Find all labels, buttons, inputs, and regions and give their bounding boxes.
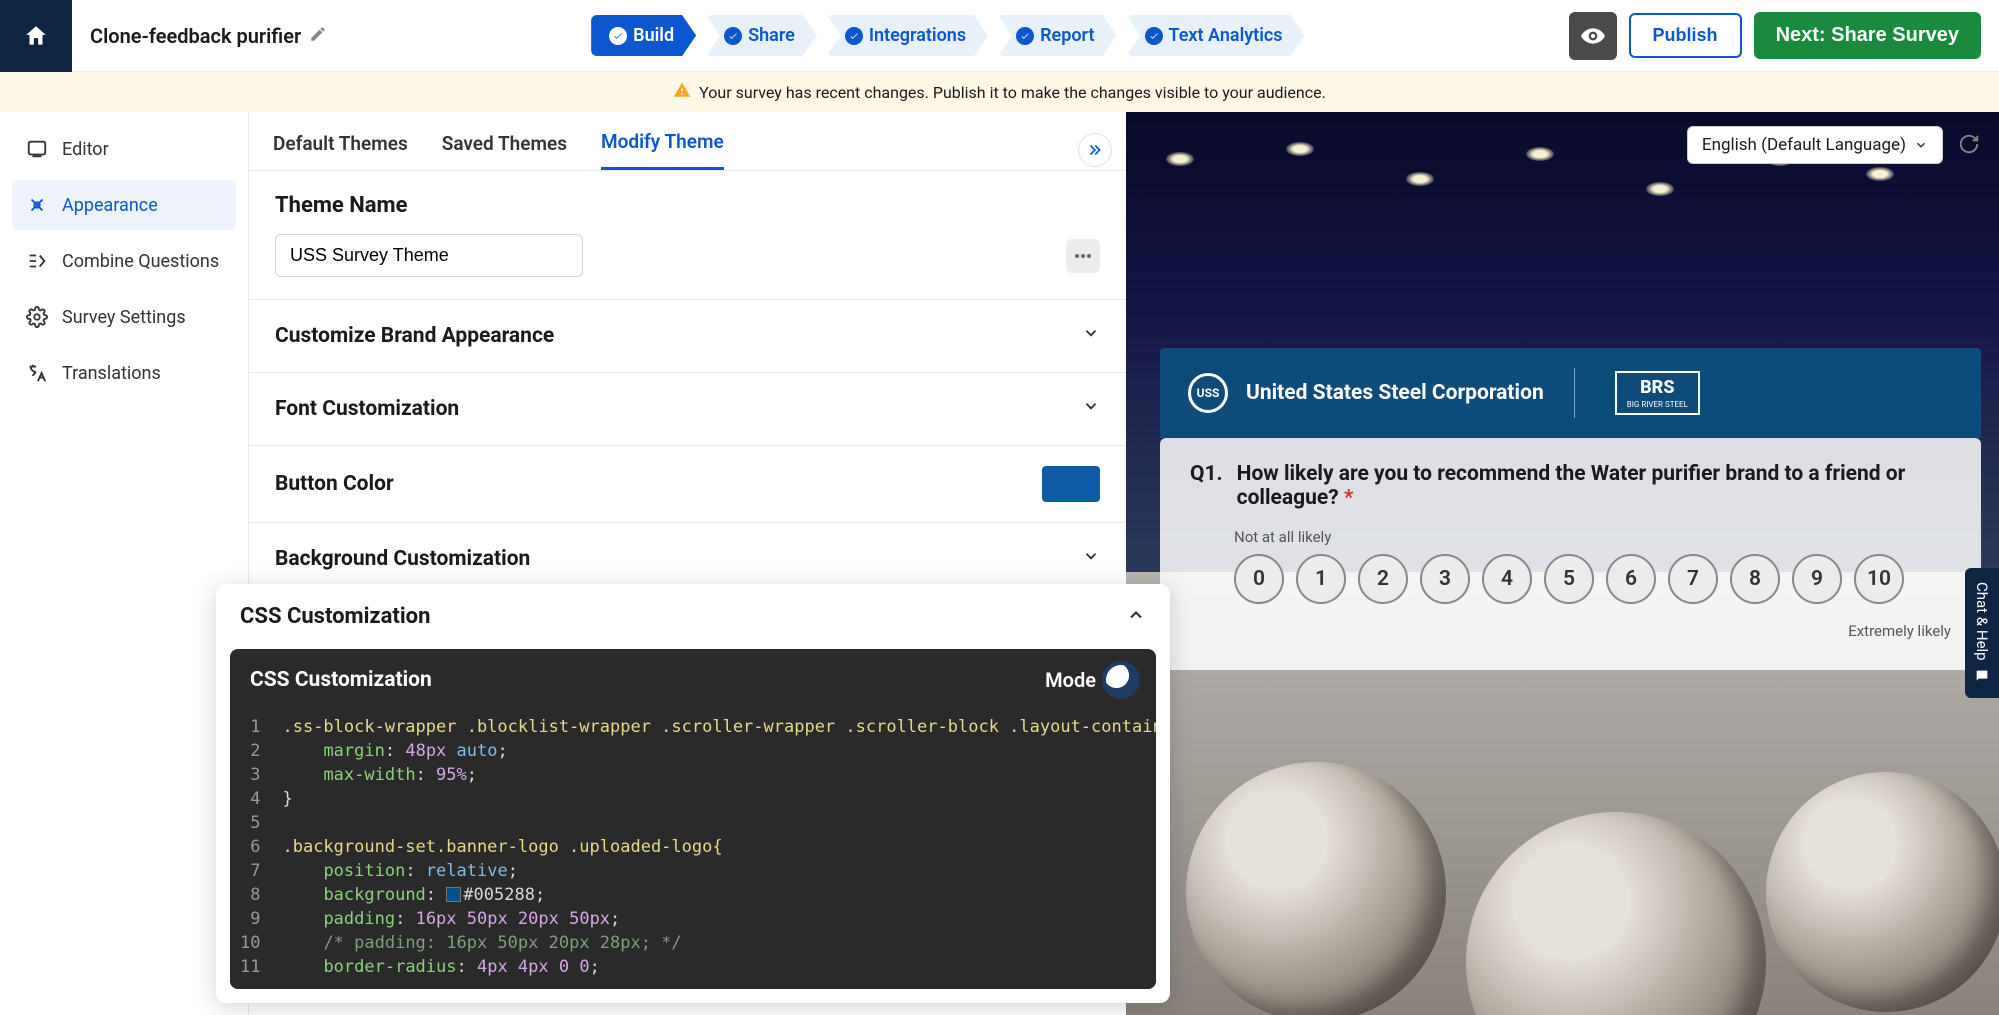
nps-option-9[interactable]: 9 (1792, 554, 1842, 604)
gear-icon (26, 306, 48, 328)
top-bar: Clone-feedback purifier Build Share Inte… (0, 0, 1999, 72)
appearance-icon (26, 194, 48, 216)
tab-modify-theme[interactable]: Modify Theme (601, 130, 724, 170)
code-area[interactable]: 1 2 3 4 5 6 7 8 9 10 11 .ss-block-wrappe… (230, 711, 1156, 989)
edit-title-button[interactable] (309, 24, 327, 48)
chevron-down-icon (1914, 138, 1928, 152)
css-editor[interactable]: CSS Customization Mode 1 2 3 4 5 6 7 8 9 (230, 649, 1156, 989)
moon-icon (1106, 665, 1136, 695)
check-icon (1016, 27, 1034, 45)
publish-alert: Your survey has recent changes. Publish … (0, 72, 1999, 112)
sidebar-item-combine[interactable]: Combine Questions (12, 236, 236, 286)
step-share[interactable]: Share (706, 15, 817, 56)
collapse-css-button[interactable] (1126, 605, 1146, 629)
left-sidebar: Editor Appearance Combine Questions Surv… (0, 112, 248, 1015)
sidebar-item-settings[interactable]: Survey Settings (12, 292, 236, 342)
step-report[interactable]: Report (998, 15, 1116, 56)
chat-icon (1974, 668, 1990, 684)
combine-icon (26, 250, 48, 272)
survey-question-card: Q1. How likely are you to recommend the … (1160, 438, 1981, 670)
preview-pane: English (Default Language) (1126, 112, 1999, 1015)
alert-text: Your survey has recent changes. Publish … (699, 83, 1326, 102)
editor-icon (26, 138, 48, 160)
code-content[interactable]: .ss-block-wrapper .blocklist-wrapper .sc… (272, 711, 1156, 989)
warning-icon (673, 81, 691, 103)
nps-option-4[interactable]: 4 (1482, 554, 1532, 604)
required-star: * (1344, 486, 1354, 510)
sidebar-item-translations[interactable]: Translations (12, 348, 236, 398)
button-color-row: Button Color (249, 446, 1126, 523)
top-actions: Publish Next: Share Survey (1569, 12, 1981, 60)
nps-scale: 0 1 2 3 4 5 6 7 8 9 10 (1190, 554, 1951, 604)
divider (1574, 368, 1575, 418)
step-integrations[interactable]: Integrations (827, 15, 988, 56)
question-number: Q1. (1190, 462, 1223, 510)
check-icon (724, 27, 742, 45)
theme-tabs: Default Themes Saved Themes Modify Theme (249, 112, 1126, 171)
check-icon (609, 27, 627, 45)
theme-name-section: Theme Name (249, 171, 1126, 300)
button-color-swatch[interactable] (1042, 466, 1100, 502)
eye-icon (1580, 23, 1606, 49)
ellipsis-icon (1074, 253, 1092, 259)
home-icon (23, 23, 49, 49)
tab-default-themes[interactable]: Default Themes (273, 132, 408, 169)
nps-option-0[interactable]: 0 (1234, 554, 1284, 604)
survey-title: Clone-feedback purifier (90, 24, 301, 48)
publish-button[interactable]: Publish (1629, 13, 1742, 58)
preview-button[interactable] (1569, 12, 1617, 60)
nps-option-3[interactable]: 3 (1420, 554, 1470, 604)
sidebar-item-editor[interactable]: Editor (12, 124, 236, 174)
chevron-up-icon (1126, 605, 1146, 625)
nps-option-6[interactable]: 6 (1606, 554, 1656, 604)
nps-option-1[interactable]: 1 (1296, 554, 1346, 604)
chevron-down-icon (1082, 324, 1100, 348)
nps-option-8[interactable]: 8 (1730, 554, 1780, 604)
workflow-steps: Build Share Integrations Report Text Ana… (591, 15, 1304, 56)
chevron-double-right-icon (1087, 142, 1103, 158)
button-color-label: Button Color (275, 472, 394, 496)
css-editor-title: CSS Customization (250, 668, 432, 692)
accordion-font[interactable]: Font Customization (249, 373, 1126, 446)
brs-logo: BRS BIG RIVER STEEL (1615, 371, 1700, 415)
survey-title-block: Clone-feedback purifier (90, 24, 327, 48)
css-customization-card: CSS Customization CSS Customization Mode… (216, 584, 1170, 1003)
step-text-analytics[interactable]: Text Analytics (1127, 15, 1305, 56)
chat-help-tab[interactable]: Chat & Help (1965, 568, 1999, 699)
pencil-icon (309, 25, 327, 43)
nps-low-label: Not at all likely (1234, 528, 1331, 546)
tab-saved-themes[interactable]: Saved Themes (442, 132, 567, 169)
css-card-title: CSS Customization (240, 604, 430, 629)
home-button[interactable] (0, 0, 72, 72)
refresh-preview-button[interactable] (1951, 126, 1987, 162)
nps-option-10[interactable]: 10 (1854, 554, 1904, 604)
theme-name-input[interactable] (275, 234, 583, 277)
line-gutter: 1 2 3 4 5 6 7 8 9 10 11 (230, 711, 272, 989)
theme-name-more-button[interactable] (1066, 239, 1100, 273)
check-icon (845, 27, 863, 45)
step-build[interactable]: Build (591, 15, 696, 56)
uss-logo-text: United States Steel Corporation (1246, 381, 1544, 405)
nps-high-label: Extremely likely (1848, 622, 1951, 640)
nps-option-5[interactable]: 5 (1544, 554, 1594, 604)
refresh-icon (1958, 133, 1980, 155)
accordion-brand[interactable]: Customize Brand Appearance (249, 300, 1126, 373)
chevron-down-icon (1082, 547, 1100, 571)
theme-name-label: Theme Name (275, 193, 1100, 218)
uss-logo-mark: USS (1188, 373, 1228, 413)
nps-option-7[interactable]: 7 (1668, 554, 1718, 604)
editor-mode-toggle[interactable]: Mode (1045, 665, 1136, 695)
translate-icon (26, 362, 48, 384)
collapse-panel-button[interactable] (1078, 133, 1112, 167)
question-text: How likely are you to recommend the Wate… (1237, 462, 1951, 510)
next-share-button[interactable]: Next: Share Survey (1754, 12, 1981, 59)
language-selector[interactable]: English (Default Language) (1687, 126, 1943, 164)
chevron-down-icon (1082, 397, 1100, 421)
nps-option-2[interactable]: 2 (1358, 554, 1408, 604)
survey-brand-bar: USS United States Steel Corporation BRS … (1160, 348, 1981, 438)
sidebar-item-appearance[interactable]: Appearance (12, 180, 236, 230)
check-icon (1145, 27, 1163, 45)
uss-logo: USS United States Steel Corporation (1188, 373, 1544, 413)
